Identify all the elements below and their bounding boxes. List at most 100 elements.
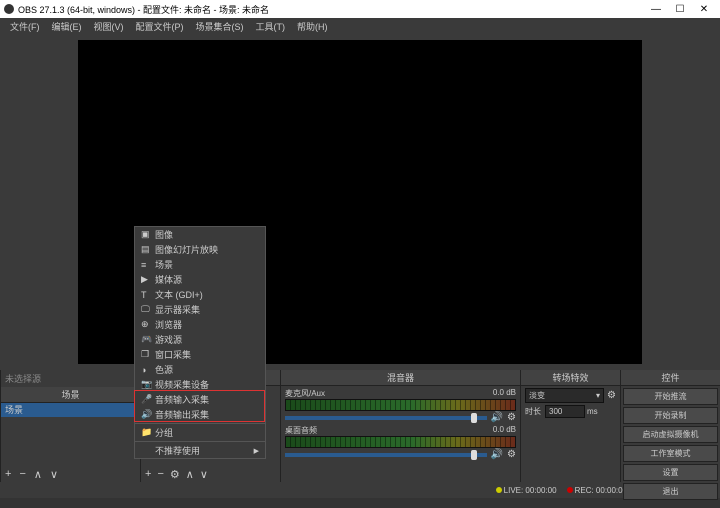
context-menu-label: 图像 [155, 228, 173, 241]
transition-settings-icon[interactable]: ⚙ [607, 390, 616, 401]
menu-item[interactable]: 编辑(E) [46, 20, 88, 33]
context-menu-label: 媒体源 [155, 273, 182, 286]
track-settings-icon[interactable]: ⚙ [507, 412, 516, 423]
maximize-button[interactable]: ☐ [668, 4, 692, 15]
volume-meter [285, 436, 516, 448]
control-button[interactable]: 退出 [623, 483, 718, 500]
titlebar: OBS 27.1.3 (64-bit, windows) - 配置文件: 未命名… [0, 0, 720, 18]
context-menu-label: 音频输出采集 [155, 408, 209, 421]
source-settings-button[interactable]: ⚙ [170, 468, 180, 481]
add-source-button[interactable]: + [145, 468, 151, 480]
remove-scene-button[interactable]: − [19, 468, 25, 480]
volume-slider[interactable] [285, 416, 487, 420]
context-menu-label: 文本 (GDI+) [155, 288, 203, 301]
scenes-toolbar: + − ∧ ∨ [1, 466, 140, 482]
control-button[interactable]: 工作室模式 [623, 445, 718, 462]
track-settings-icon[interactable]: ⚙ [507, 449, 516, 460]
source-up-button[interactable]: ∧ [186, 468, 194, 481]
context-menu-item[interactable]: 🎮游戏源 [135, 332, 265, 347]
source-down-button[interactable]: ∨ [200, 468, 208, 481]
volume-meter [285, 399, 516, 411]
scenes-panel: 未选择源 场景 场景 + − ∧ ∨ [0, 370, 140, 482]
context-menu-item[interactable]: ❐窗口采集 [135, 347, 265, 362]
camera-icon: 📷 [141, 379, 155, 390]
context-menu-item[interactable]: ▤图像幻灯片放映 [135, 242, 265, 257]
context-menu-item[interactable]: ≡场景 [135, 257, 265, 272]
minimize-button[interactable]: — [644, 4, 668, 15]
control-button[interactable]: 开始推流 [623, 388, 718, 405]
menu-item[interactable]: 文件(F) [4, 20, 46, 33]
menu-separator [135, 423, 265, 424]
scene-down-button[interactable]: ∨ [50, 468, 58, 481]
speaker-icon[interactable]: 🔊 [491, 412, 503, 423]
menu-item[interactable]: 视图(V) [88, 20, 130, 33]
context-menu-item[interactable]: 📁分组 [135, 425, 265, 440]
volume-slider[interactable] [285, 453, 487, 457]
context-menu-item[interactable]: 不推荐使用▶ [135, 443, 265, 458]
mixer-track: 桌面音频 0.0 dB 🔊 ⚙ [285, 425, 516, 460]
duration-unit: ms [587, 407, 598, 416]
menu-item[interactable]: 配置文件(P) [130, 20, 190, 33]
scenes-header: 场景 [1, 387, 140, 403]
scene-up-button[interactable]: ∧ [34, 468, 42, 481]
chevron-down-icon: ▾ [596, 391, 600, 400]
app-logo [4, 4, 14, 14]
monitor-icon: 🖵 [141, 304, 155, 315]
context-menu-item[interactable]: 🖵显示器采集 [135, 302, 265, 317]
duration-label: 时长 [525, 406, 541, 417]
context-menu-item[interactable]: 🔊音频输出采集 [135, 407, 265, 422]
no-source-label: 未选择源 [1, 370, 140, 387]
palette-icon: ◑ [141, 365, 155, 375]
add-source-context-menu: ▣图像▤图像幻灯片放映≡场景▶媒体源T文本 (GDI+)🖵显示器采集⊕浏览器🎮游… [134, 226, 266, 459]
live-dot-icon [496, 487, 502, 493]
menu-separator [135, 441, 265, 442]
mixer-header: 混音器 [281, 370, 520, 386]
menu-item[interactable]: 工具(T) [250, 20, 292, 33]
track-db: 0.0 dB [493, 388, 516, 399]
context-menu-item[interactable]: ▶媒体源 [135, 272, 265, 287]
track-db: 0.0 dB [493, 425, 516, 436]
control-button[interactable]: 开始录制 [623, 407, 718, 424]
close-button[interactable]: ✕ [692, 4, 716, 15]
play-icon: ▶ [141, 274, 155, 285]
slides-icon: ▤ [141, 244, 155, 255]
list-icon: ≡ [141, 260, 155, 270]
context-menu-item[interactable]: 🎤音频输入采集 [135, 392, 265, 407]
track-name: 桌面音频 [285, 425, 317, 436]
mic-icon: 🎤 [141, 394, 155, 405]
context-menu-item[interactable]: ▣图像 [135, 227, 265, 242]
menu-item[interactable]: 帮助(H) [291, 20, 334, 33]
context-menu-label: 窗口采集 [155, 348, 191, 361]
menu-item[interactable]: 场景集合(S) [190, 20, 250, 33]
controls-header: 控件 [621, 370, 720, 386]
control-button[interactable]: 启动虚拟摄像机 [623, 426, 718, 443]
transitions-header: 转场特效 [521, 370, 620, 386]
sources-toolbar: + − ⚙ ∧ ∨ [141, 466, 280, 482]
control-button[interactable]: 设置 [623, 464, 718, 481]
mixer-panel: 混音器 麦克风/Aux 0.0 dB 🔊 ⚙ 桌面音频 0.0 dB 🔊 ⚙ [280, 370, 520, 482]
scene-item[interactable]: 场景 [1, 403, 140, 417]
folder-icon: 📁 [141, 427, 155, 438]
window-title: OBS 27.1.3 (64-bit, windows) - 配置文件: 未命名… [18, 3, 644, 16]
context-menu-label: 音频输入采集 [155, 393, 209, 406]
speaker-icon: 🔊 [141, 409, 155, 420]
remove-source-button[interactable]: − [157, 468, 163, 480]
speaker-icon[interactable]: 🔊 [491, 449, 503, 460]
statusbar: LIVE: 00:00:00 REC: 00:00:00 CPU: 0.9%, … [0, 482, 720, 498]
track-name: 麦克风/Aux [285, 388, 325, 399]
transitions-panel: 转场特效 淡变▾ ⚙ 时长 300 ms [520, 370, 620, 482]
gamepad-icon: 🎮 [141, 334, 155, 345]
add-scene-button[interactable]: + [5, 468, 11, 480]
menubar: 文件(F)编辑(E)视图(V)配置文件(P)场景集合(S)工具(T)帮助(H) [0, 18, 720, 34]
duration-input[interactable]: 300 [545, 405, 585, 418]
context-menu-label: 图像幻灯片放映 [155, 243, 218, 256]
context-menu-item[interactable]: T文本 (GDI+) [135, 287, 265, 302]
context-menu-label: 场景 [155, 258, 173, 271]
context-menu-item[interactable]: 📷视频采集设备 [135, 377, 265, 392]
context-menu-item[interactable]: ◑色源 [135, 362, 265, 377]
transition-select[interactable]: 淡变▾ [525, 388, 604, 403]
text-icon: T [141, 290, 155, 300]
context-menu-label: 不推荐使用 [155, 444, 200, 457]
context-menu-label: 显示器采集 [155, 303, 200, 316]
context-menu-item[interactable]: ⊕浏览器 [135, 317, 265, 332]
